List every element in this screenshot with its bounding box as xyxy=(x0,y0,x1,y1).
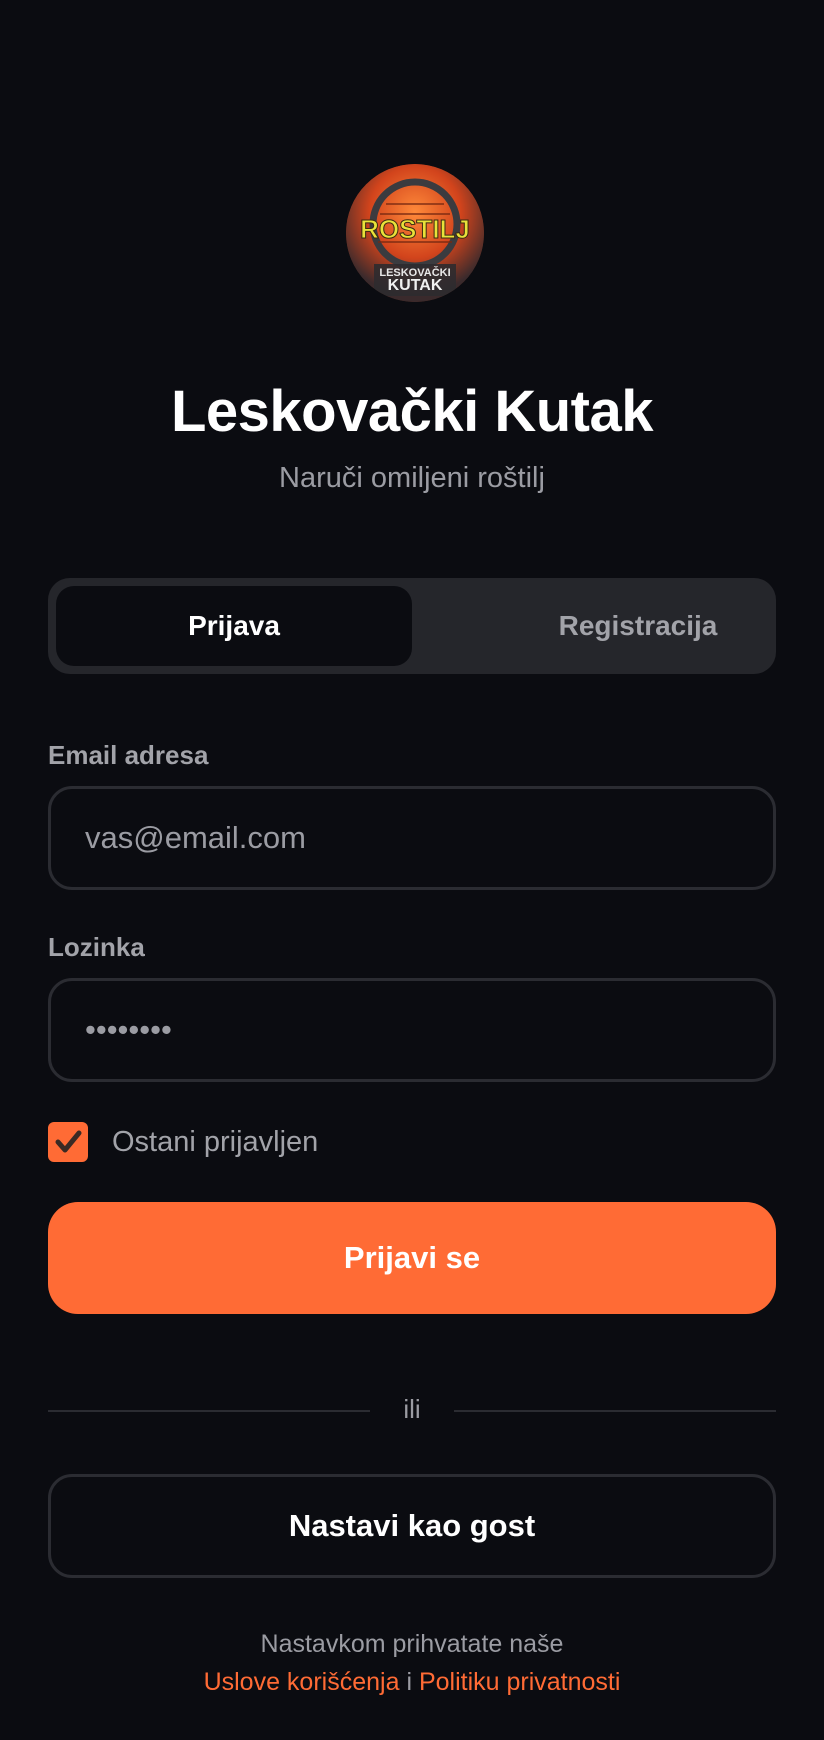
continue-as-guest-button[interactable]: Nastavi kao gost xyxy=(48,1474,776,1578)
terms-notice: Nastavkom prihvatate naše xyxy=(260,1630,564,1658)
app-subtitle: Naruči omiljeni roštilj xyxy=(279,462,545,494)
logo-text-main: ROSTILJ xyxy=(360,214,470,244)
privacy-policy-link[interactable]: Politiku privatnosti xyxy=(419,1668,620,1696)
remember-me-checkbox[interactable] xyxy=(48,1122,88,1162)
logo-text-sub2: KUTAK xyxy=(388,277,443,294)
email-input[interactable] xyxy=(48,786,776,890)
password-input[interactable] xyxy=(48,978,776,1082)
auth-tabs: Prijava Registracija xyxy=(48,578,776,674)
brand-logo: ROSTILJ LESKOVAČKI KUTAK xyxy=(346,164,484,302)
terms-conjunction: i xyxy=(406,1668,412,1696)
checkmark-icon xyxy=(55,1130,82,1153)
remember-me-label: Ostani prijavljen xyxy=(112,1126,319,1158)
login-screen: ROSTILJ LESKOVAČKI KUTAK Leskovački Kuta… xyxy=(0,0,824,1740)
terms-links: Uslove korišćenja i Politiku privatnosti xyxy=(0,1668,824,1697)
app-title: Leskovački Kutak xyxy=(170,379,654,444)
tab-login[interactable]: Prijava xyxy=(56,586,412,666)
terms-of-use-link[interactable]: Uslove korišćenja xyxy=(204,1668,400,1696)
grill-logo-icon: ROSTILJ LESKOVAČKI KUTAK xyxy=(346,164,484,302)
divider-line-right xyxy=(454,1410,776,1412)
password-label: Lozinka xyxy=(48,932,145,962)
tab-register[interactable]: Registracija xyxy=(460,586,816,666)
email-label: Email adresa xyxy=(48,740,209,770)
login-button[interactable]: Prijavi se xyxy=(48,1202,776,1314)
